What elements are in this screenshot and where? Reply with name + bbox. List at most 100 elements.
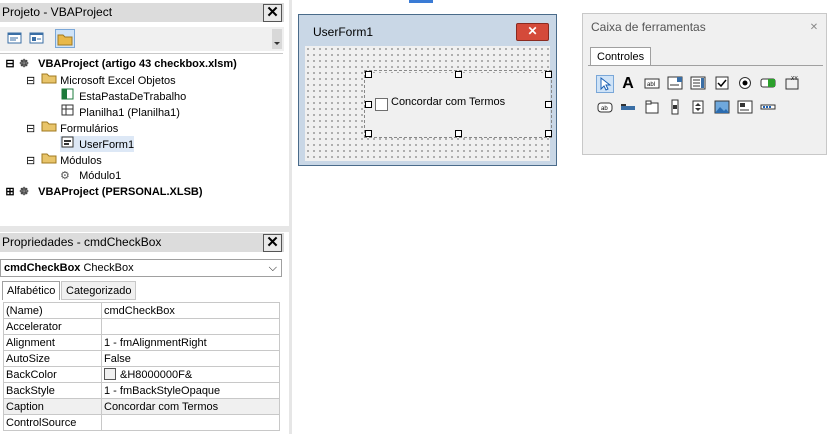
project-panel-title-text: Projeto - VBAProject — [2, 5, 113, 19]
property-name: Accelerator — [3, 318, 102, 335]
resize-handle-s[interactable] — [455, 130, 462, 137]
tree-item-label: VBAProject (PERSONAL.XLSB) — [38, 186, 203, 198]
property-value[interactable] — [101, 318, 280, 335]
tab-categorizado[interactable]: Categorizado — [61, 281, 137, 300]
view-code-button[interactable] — [6, 30, 24, 47]
property-value[interactable]: False — [101, 350, 280, 367]
collapse-icon[interactable]: ⊟ — [26, 73, 38, 89]
resize-handle-w[interactable] — [365, 101, 372, 108]
table-row[interactable]: Alignment 1 - fmAlignmentRight — [3, 334, 280, 351]
object-select[interactable]: cmdCheckBox CheckBox ⌵ — [0, 259, 282, 277]
resize-handle-nw[interactable] — [365, 71, 372, 78]
table-row[interactable]: ControlSource — [3, 414, 280, 431]
properties-panel-close-button[interactable]: ✕ — [263, 234, 282, 252]
textbox-icon[interactable]: abl — [643, 75, 661, 93]
worksheet-icon — [61, 104, 74, 116]
resize-handle-ne[interactable] — [545, 71, 552, 78]
collapse-icon[interactable]: ⊟ — [26, 153, 38, 169]
combobox-icon[interactable] — [666, 75, 684, 93]
color-swatch — [104, 368, 116, 380]
spinbutton-icon[interactable] — [689, 99, 707, 117]
property-value-backcolor[interactable]: &H8000000F& — [101, 366, 280, 383]
checkbox-square[interactable] — [375, 98, 388, 111]
view-code-icon — [7, 32, 22, 44]
multipage-icon[interactable] — [643, 99, 661, 117]
close-icon: ✕ — [527, 24, 538, 38]
table-row[interactable]: Accelerator — [3, 318, 280, 335]
userform-canvas[interactable]: Concordar com Termos — [305, 46, 552, 161]
property-value[interactable]: cmdCheckBox — [101, 302, 280, 319]
togglebutton-icon[interactable] — [759, 75, 777, 93]
tab-label: Controles — [597, 51, 645, 63]
tree-item-vbaproject-personal[interactable]: ⊞ ☸ VBAProject (PERSONAL.XLSB) — [4, 184, 203, 200]
toolbox-close-button[interactable]: ✕ — [808, 22, 820, 34]
frame-icon[interactable]: XY — [783, 75, 801, 93]
tree-item-estapasta[interactable]: EstaPastaDeTrabalho — [60, 88, 186, 104]
checkbox-icon[interactable] — [713, 75, 731, 93]
tab-controles[interactable]: Controles — [590, 47, 652, 66]
collapse-icon[interactable]: ⊟ — [26, 121, 38, 137]
svg-text:abl: abl — [647, 82, 655, 88]
tree-item-label: Módulo1 — [79, 170, 122, 182]
tabstrip-icon[interactable] — [619, 99, 637, 117]
property-value[interactable] — [101, 414, 280, 431]
tree-item-planilha1[interactable]: Planilha1 (Planilha1) — [60, 104, 180, 120]
userform-close-button[interactable]: ✕ — [516, 23, 549, 41]
property-name: ControlSource — [3, 414, 102, 431]
tree-item-label: Formulários — [60, 123, 119, 135]
collapse-icon[interactable]: ⊟ — [4, 56, 16, 72]
object-select-type: CheckBox — [83, 262, 134, 274]
project-tree: ⊟ ☸ VBAProject (artigo 43 checkbox.xlsm)… — [0, 53, 283, 227]
checkbox-caption[interactable]: Concordar com Termos — [391, 96, 505, 108]
table-row[interactable]: Caption Concordar com Termos — [3, 398, 280, 415]
label-icon[interactable]: A — [619, 75, 637, 93]
refedit-icon[interactable] — [736, 99, 754, 117]
project-panel-close-button[interactable]: ✕ — [263, 4, 282, 22]
tab-alfabetico[interactable]: Alfabético — [2, 281, 61, 300]
property-name: Caption — [3, 398, 102, 415]
tree-item-excel-objects[interactable]: ⊟ Microsoft Excel Objetos — [26, 72, 176, 88]
table-row[interactable]: BackStyle 1 - fmBackStyleOpaque — [3, 382, 280, 399]
view-object-button[interactable] — [28, 30, 46, 47]
resize-handle-e[interactable] — [545, 101, 552, 108]
property-value[interactable]: 1 - fmBackStyleOpaque — [101, 382, 280, 399]
commandbutton-icon[interactable]: ab — [596, 99, 614, 117]
property-name: BackStyle — [3, 382, 102, 399]
table-row[interactable]: AutoSize False — [3, 350, 280, 367]
vba-project-icon: ☸ — [19, 58, 29, 70]
toolbar-scroll-button[interactable] — [272, 29, 282, 49]
tree-item-label: UserForm1 — [79, 139, 135, 151]
resize-handle-n[interactable] — [455, 71, 462, 78]
other-icon[interactable] — [759, 99, 777, 117]
select-objects-icon[interactable] — [596, 75, 614, 93]
scrollbar-icon[interactable] — [666, 99, 684, 117]
resize-handle-sw[interactable] — [365, 130, 372, 137]
table-row[interactable]: (Name) cmdCheckBox — [3, 302, 280, 319]
listbox-icon[interactable] — [689, 75, 707, 93]
tree-item-formularios[interactable]: ⊟ Formulários — [26, 120, 118, 136]
tree-item-modulos[interactable]: ⊟ Módulos — [26, 152, 102, 168]
expand-icon[interactable]: ⊞ — [4, 184, 16, 200]
userform-window[interactable]: UserForm1 ✕ Concordar com Termos — [298, 14, 557, 166]
tree-item-userform1[interactable]: UserForm1 — [60, 136, 135, 152]
tree-item-modulo1[interactable]: ⚙ Módulo1 — [60, 168, 121, 184]
tab-label: Alfabético — [7, 285, 56, 297]
toolbox-controls-area: A abl XY ab — [588, 65, 823, 152]
image-icon[interactable] — [713, 99, 731, 117]
toolbox-window[interactable]: Caixa de ferramentas ✕ Controles A abl X… — [582, 13, 827, 155]
view-object-icon — [29, 32, 44, 44]
tree-item-vbaproject-artigo[interactable]: ⊟ ☸ VBAProject (artigo 43 checkbox.xlsm) — [4, 56, 237, 72]
property-value[interactable]: 1 - fmAlignmentRight — [101, 334, 280, 351]
properties-panel-title: Propriedades - cmdCheckBox ✕ — [0, 233, 284, 252]
tree-item-label: Planilha1 (Planilha1) — [79, 107, 180, 119]
optionbutton-icon[interactable] — [736, 75, 754, 93]
table-row[interactable]: BackColor &H8000000F& — [3, 366, 280, 383]
checkbox-control-selected[interactable]: Concordar com Termos — [364, 70, 552, 138]
tree-item-label: VBAProject (artigo 43 checkbox.xlsm) — [38, 58, 237, 70]
resize-handle-se[interactable] — [545, 130, 552, 137]
panel-splitter[interactable] — [0, 226, 289, 232]
property-value[interactable]: Concordar com Termos — [101, 398, 280, 415]
object-select-name: cmdCheckBox — [4, 262, 81, 274]
toggle-folders-button[interactable] — [55, 29, 75, 48]
close-icon: ✕ — [266, 4, 279, 21]
